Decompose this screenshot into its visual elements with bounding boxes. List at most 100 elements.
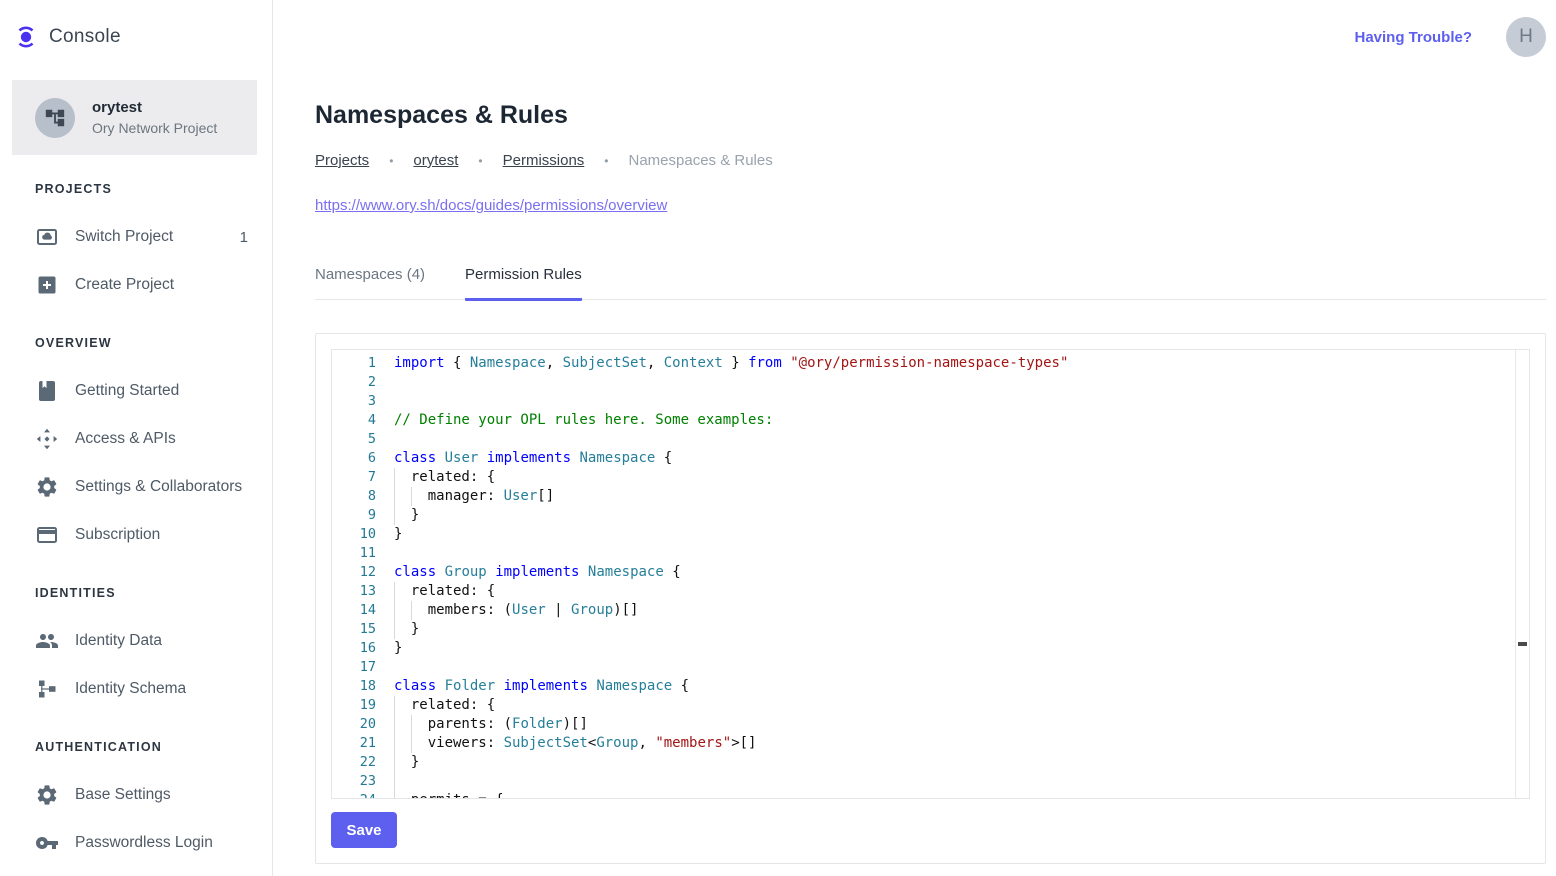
breadcrumb-separator: • — [389, 154, 393, 168]
section-title-identities: IDENTITIES — [0, 586, 272, 600]
code-token: [] — [537, 488, 554, 504]
breadcrumb-current: Namespaces & Rules — [629, 152, 773, 169]
sidebar-item-access-apis[interactable]: Access & APIs — [0, 415, 272, 463]
line-number: 19 — [332, 696, 376, 715]
project-count-badge: 1 — [240, 229, 248, 246]
code-line: import { Namespace, SubjectSet, Context … — [394, 354, 1515, 373]
code-token: class — [394, 450, 436, 466]
top-header: Having Trouble? H — [1354, 0, 1546, 74]
tab-namespaces[interactable]: Namespaces (4) — [315, 266, 425, 299]
code-token — [436, 450, 444, 466]
code-token: { — [445, 355, 470, 371]
line-number: 11 — [332, 544, 376, 563]
code-line: } — [394, 753, 1515, 772]
code-token: import — [394, 355, 445, 371]
breadcrumb-permissions[interactable]: Permissions — [503, 152, 585, 169]
sidebar-item-settings-collaborators[interactable]: Settings & Collaborators — [0, 463, 272, 511]
code-token — [782, 355, 790, 371]
gear-icon — [35, 475, 59, 499]
sidebar: Console orytest Ory Network Project PROJ… — [0, 0, 273, 876]
line-number: 15 — [332, 620, 376, 639]
section-title-overview: OVERVIEW — [0, 336, 272, 350]
indent-guide — [394, 487, 395, 506]
sidebar-item-identity-schema[interactable]: Identity Schema — [0, 665, 272, 713]
switch-project-icon — [35, 225, 59, 249]
main-content: Having Trouble? H Namespaces & Rules Pro… — [273, 0, 1556, 876]
code-token: } — [723, 355, 748, 371]
code-line: related: { — [394, 696, 1515, 715]
user-avatar[interactable]: H — [1506, 17, 1546, 57]
sidebar-item-identity-data[interactable]: Identity Data — [0, 617, 272, 665]
sidebar-item-base-settings[interactable]: Base Settings — [0, 771, 272, 819]
editor-code: import { Namespace, SubjectSet, Context … — [376, 350, 1515, 798]
code-line: parents: (Folder)[] — [394, 715, 1515, 734]
indent-guide — [394, 753, 395, 772]
code-token: Context — [664, 355, 723, 371]
code-token: , — [638, 735, 655, 751]
code-line: } — [394, 639, 1515, 658]
indent-guide — [394, 772, 395, 791]
editor-gutter: 123456789101112131415161718192021222324 — [332, 350, 376, 798]
code-token: Namespace — [579, 450, 655, 466]
code-token: User — [512, 602, 546, 618]
project-avatar — [35, 98, 75, 138]
line-number: 9 — [332, 506, 376, 525]
breadcrumb-projects[interactable]: Projects — [315, 152, 369, 169]
project-subtitle: Ory Network Project — [92, 120, 217, 136]
line-number: 23 — [332, 772, 376, 791]
line-number: 4 — [332, 411, 376, 430]
section-title-projects: PROJECTS — [0, 182, 272, 196]
editor-card: 123456789101112131415161718192021222324 … — [315, 333, 1546, 864]
add-box-icon — [35, 273, 59, 297]
sidebar-item-label: Base Settings — [75, 786, 171, 804]
code-editor[interactable]: 123456789101112131415161718192021222324 … — [331, 349, 1530, 799]
gear-icon — [35, 783, 59, 807]
line-number: 14 — [332, 601, 376, 620]
code-token: Group — [596, 735, 638, 751]
sidebar-item-subscription[interactable]: Subscription — [0, 511, 272, 559]
code-token: "members" — [655, 735, 731, 751]
line-number: 2 — [332, 373, 376, 392]
code-token: User — [504, 488, 538, 504]
sidebar-item-label: Passwordless Login — [75, 834, 213, 852]
sidebar-item-switch-project[interactable]: Switch Project 1 — [0, 213, 272, 261]
breadcrumb-orytest[interactable]: orytest — [413, 152, 458, 169]
code-token: related: { — [394, 697, 495, 713]
line-number: 18 — [332, 677, 376, 696]
code-token: Group — [571, 602, 613, 618]
code-line: members: (User | Group)[] — [394, 601, 1515, 620]
save-button[interactable]: Save — [331, 812, 397, 848]
indent-guide — [411, 734, 412, 753]
brand-name: Console — [49, 26, 121, 48]
section-title-authentication: AUTHENTICATION — [0, 740, 272, 754]
sidebar-item-getting-started[interactable]: Getting Started — [0, 367, 272, 415]
editor-scrollbar[interactable] — [1515, 350, 1529, 798]
account-tree-icon — [44, 107, 66, 129]
line-number: 17 — [332, 658, 376, 677]
code-token: , — [546, 355, 563, 371]
project-name: orytest — [92, 99, 217, 116]
code-token: )[] — [563, 716, 588, 732]
having-trouble-link[interactable]: Having Trouble? — [1354, 29, 1472, 46]
indent-guide — [411, 715, 412, 734]
line-number: 8 — [332, 487, 376, 506]
code-token: Namespace — [588, 564, 664, 580]
logo-row: Console — [0, 0, 272, 56]
line-number: 16 — [332, 639, 376, 658]
code-line — [394, 373, 1515, 392]
sidebar-item-label: Access & APIs — [75, 430, 176, 448]
indent-guide — [394, 715, 395, 734]
sidebar-item-create-project[interactable]: Create Project — [0, 261, 272, 309]
docs-link[interactable]: https://www.ory.sh/docs/guides/permissio… — [315, 197, 667, 214]
tab-permission-rules[interactable]: Permission Rules — [465, 266, 582, 301]
code-token: Folder — [445, 678, 496, 694]
line-number: 12 — [332, 563, 376, 582]
line-number: 1 — [332, 354, 376, 373]
code-line: related: { — [394, 468, 1515, 487]
code-token: related: { — [394, 469, 495, 485]
project-selector[interactable]: orytest Ory Network Project — [12, 80, 257, 155]
line-number: 24 — [332, 791, 376, 799]
sidebar-item-passwordless-login[interactable]: Passwordless Login — [0, 819, 272, 867]
line-number: 22 — [332, 753, 376, 772]
code-line — [394, 544, 1515, 563]
